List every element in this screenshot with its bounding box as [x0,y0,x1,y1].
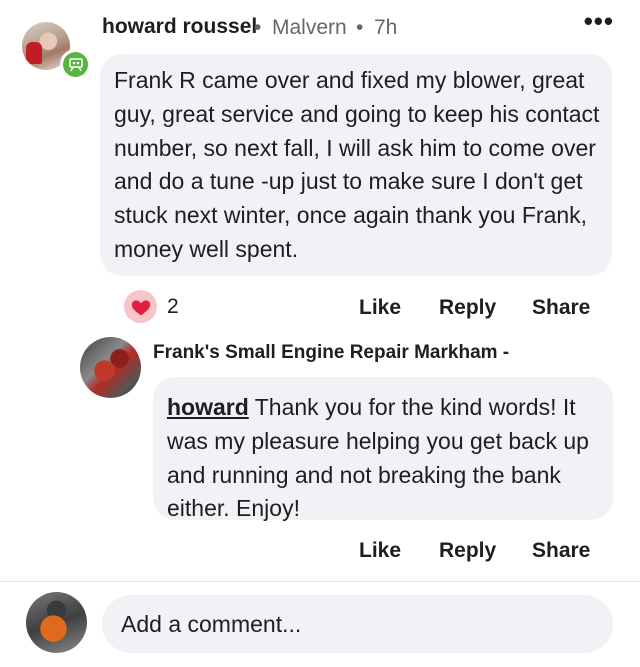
comment-text: Frank R came over and fixed my blower, g… [114,67,600,262]
commenter-name[interactable]: howard roussel [102,15,257,39]
commenter-location: Malvern [272,16,347,39]
more-options-icon[interactable]: ••• [584,6,614,37]
current-user-avatar [26,592,87,653]
reply-like-button[interactable]: Like [359,539,401,563]
reply-button[interactable]: Reply [439,296,496,320]
separator-dot: • [356,16,364,39]
add-comment-input[interactable] [102,595,613,653]
top-fan-icon [63,52,88,77]
separator-dot: • [254,16,262,39]
reply-text: howard Thank you for the kind words! It … [167,391,597,526]
heart-icon [124,290,157,323]
reaction-count: 2 [167,294,179,318]
reply-bubble: howard Thank you for the kind words! It … [153,377,613,521]
reply-author-name[interactable]: Frank's Small Engine Repair Markham - [153,342,509,364]
top-fan-badge [60,49,91,80]
reply-author-avatar[interactable] [80,337,141,398]
reply-reply-button[interactable]: Reply [439,539,496,563]
comment-time[interactable]: 7h [374,16,397,40]
divider [0,581,640,582]
mention-link[interactable]: howard [167,394,249,420]
reply-share-button[interactable]: Share [532,539,590,563]
reaction-summary[interactable]: 2 [124,290,179,323]
comment-bubble: Frank R came over and fixed my blower, g… [100,54,612,276]
like-button[interactable]: Like [359,296,401,320]
share-button[interactable]: Share [532,296,590,320]
